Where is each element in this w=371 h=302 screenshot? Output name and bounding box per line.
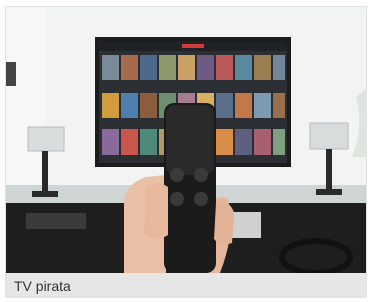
remote-control-icon: [164, 103, 216, 273]
tv-remote-scene-icon: [6, 7, 366, 273]
article-card[interactable]: TV pirata: [5, 6, 367, 298]
card-caption[interactable]: TV pirata: [14, 278, 71, 294]
article-thumbnail[interactable]: [6, 7, 366, 273]
tv-thumbnails-row-1: [102, 55, 285, 80]
caption-bar: TV pirata: [6, 273, 366, 297]
